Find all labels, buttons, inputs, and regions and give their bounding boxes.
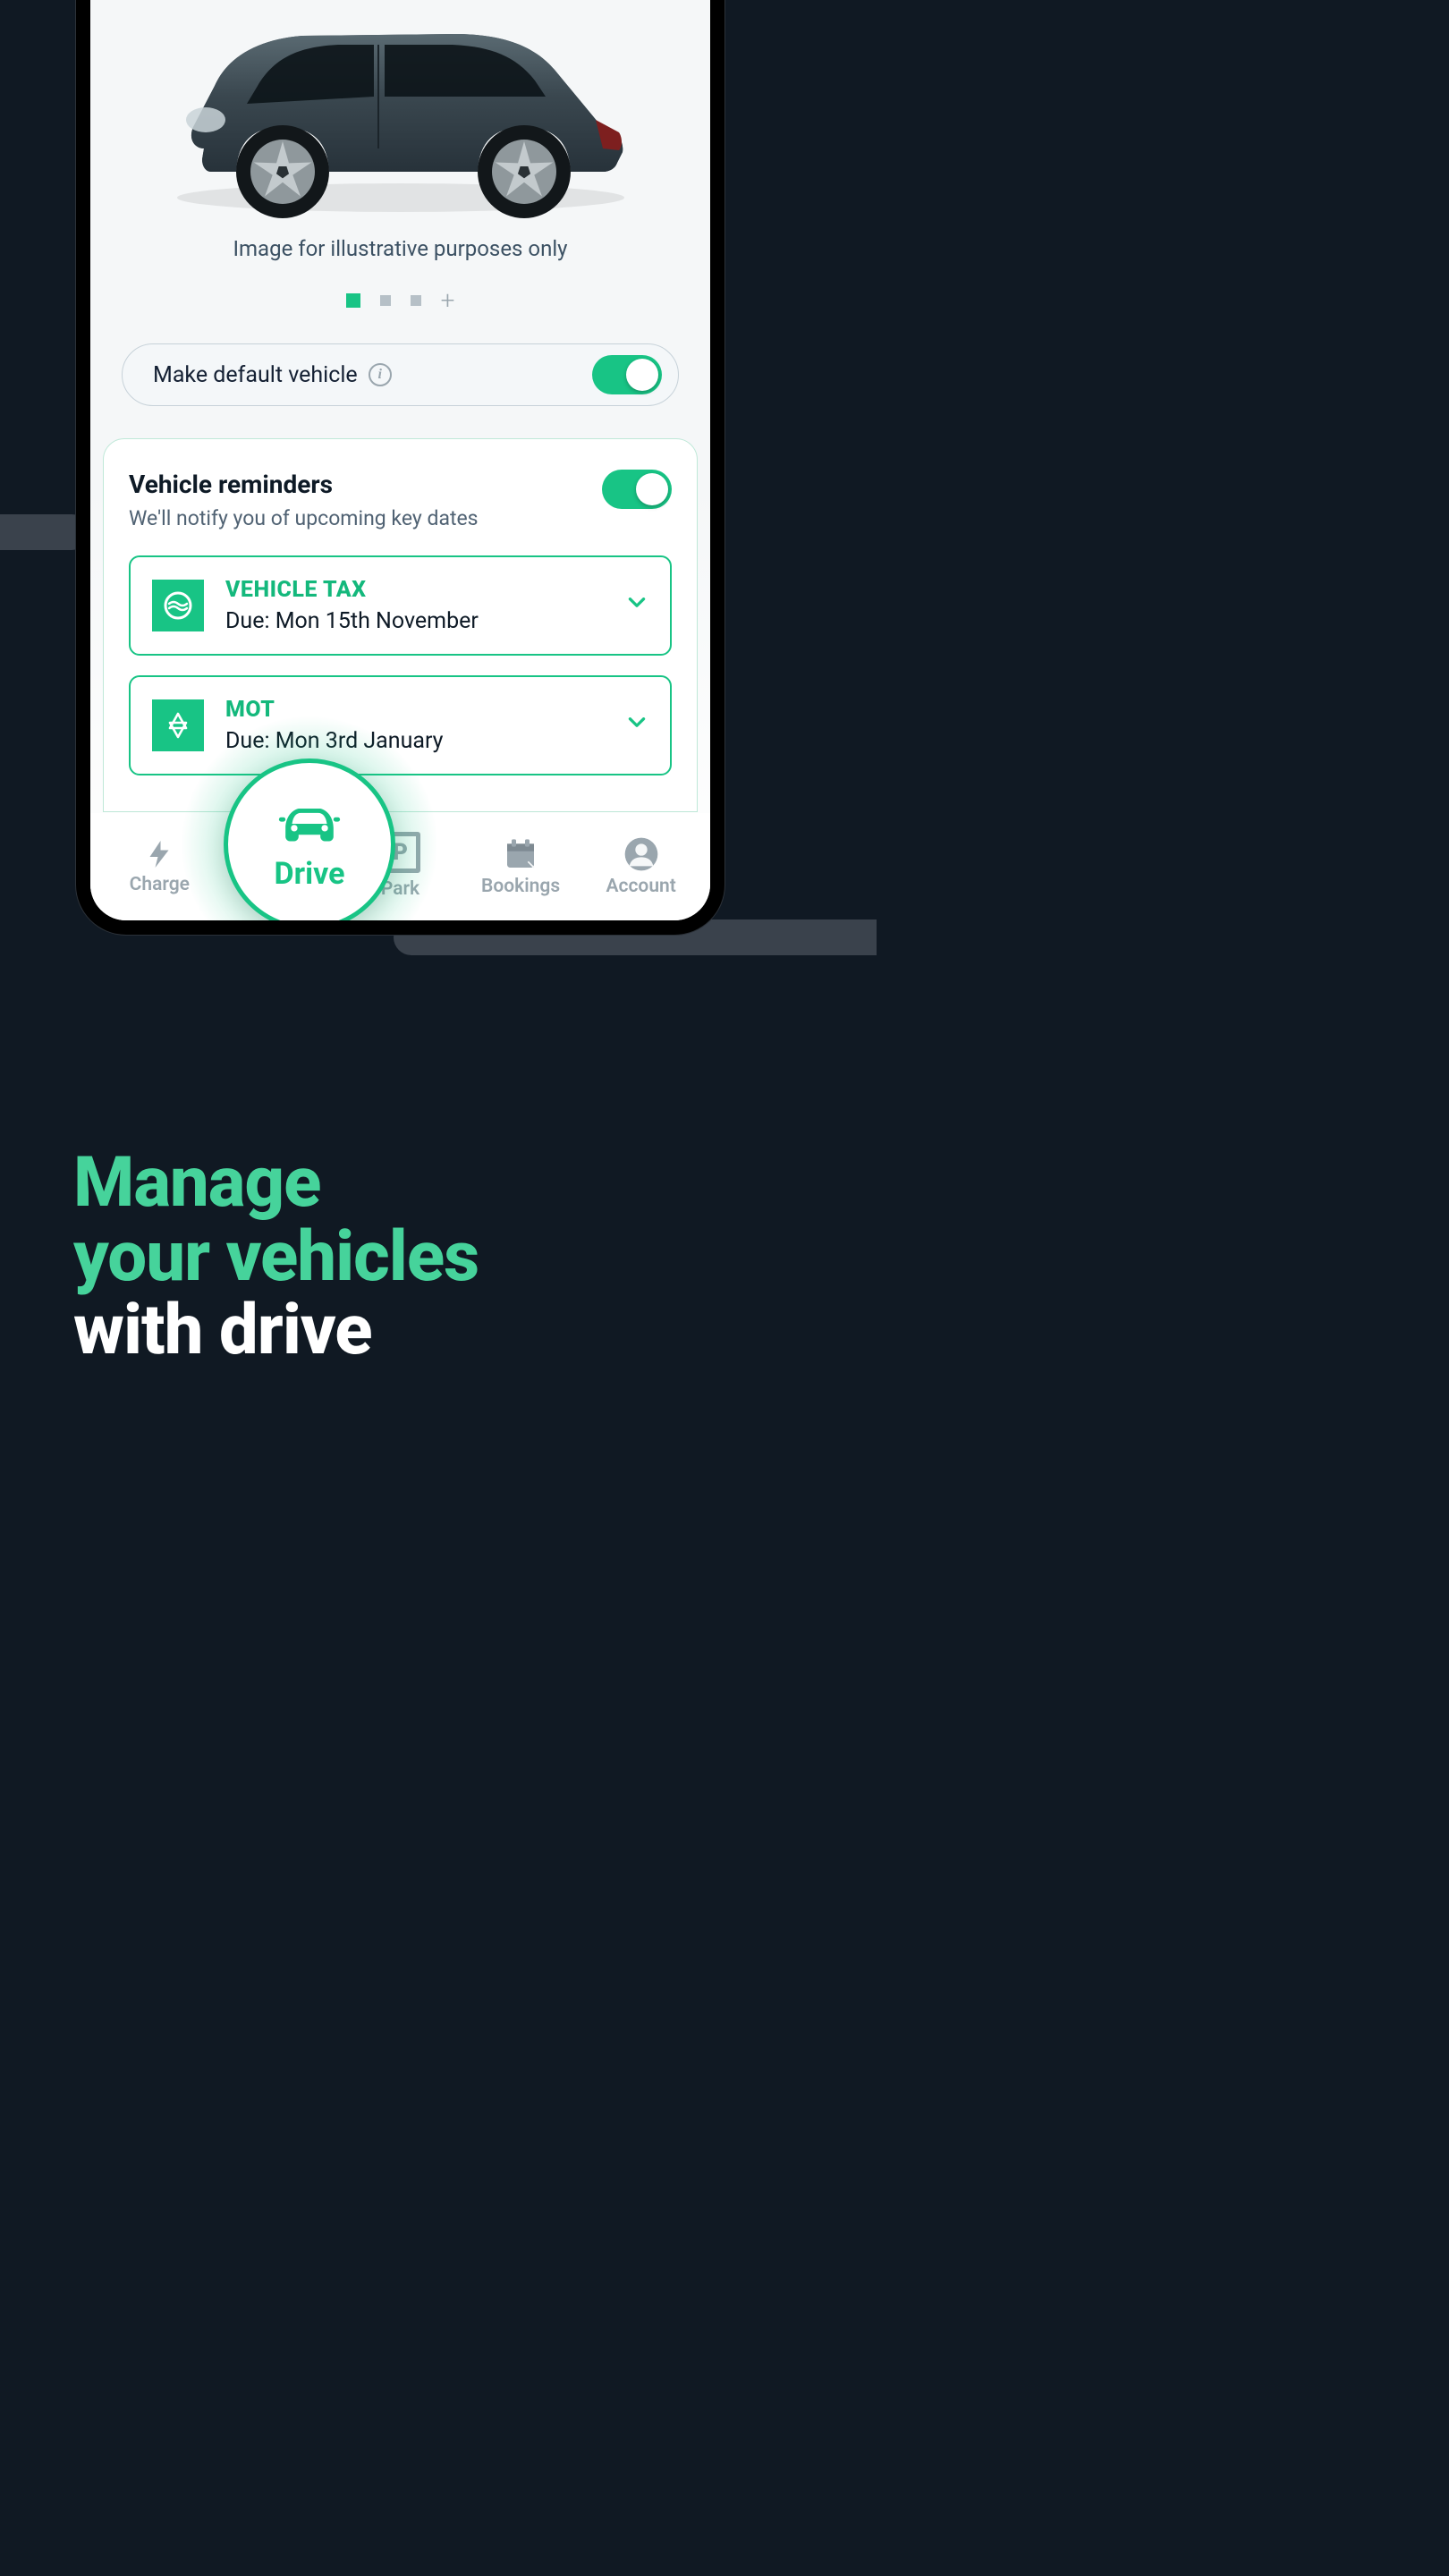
nav-label: Bookings [481, 876, 560, 897]
headline-line-1: Manage [73, 1147, 479, 1221]
add-vehicle-icon[interactable]: + [441, 293, 455, 308]
phone-frame: Image for illustrative purposes only + M… [76, 0, 724, 935]
nav-account[interactable]: Account [588, 836, 695, 897]
default-vehicle-row[interactable]: Make default vehicle i [122, 343, 679, 406]
headline-line-3: with drive [73, 1294, 479, 1368]
marketing-headline: Manage your vehicles with drive [73, 1147, 479, 1368]
car-icon [275, 797, 344, 851]
image-caption: Image for illustrative purposes only [90, 236, 710, 261]
carousel-dots[interactable]: + [90, 293, 710, 308]
reminders-subtitle: We'll notify you of upcoming key dates [129, 506, 479, 530]
toggle-knob [626, 359, 658, 391]
bolt-icon [143, 838, 175, 870]
nav-label: Charge [130, 874, 190, 895]
nav-bookings[interactable]: Bookings [467, 836, 574, 897]
default-vehicle-toggle[interactable] [592, 355, 662, 394]
toggle-knob [636, 473, 668, 505]
reminders-title: Vehicle reminders [129, 470, 479, 499]
reminder-row-vehicle-tax[interactable]: VEHICLE TAX Due: Mon 15th November [129, 555, 672, 656]
user-icon [623, 836, 659, 872]
reminder-due: Due: Mon 15th November [225, 608, 604, 634]
reminder-label: VEHICLE TAX [225, 577, 604, 603]
carousel-dot[interactable] [380, 295, 391, 306]
nav-drive-label: Drive [275, 856, 345, 892]
nav-drive-button[interactable]: Drive [224, 758, 395, 920]
headline-line-2: your vehicles [73, 1221, 479, 1295]
reminders-toggle[interactable] [602, 470, 672, 509]
carousel-dot[interactable] [411, 295, 421, 306]
tax-disc-icon [152, 580, 204, 631]
nav-label: Account [606, 876, 676, 897]
phone-screen: Image for illustrative purposes only + M… [90, 0, 710, 920]
chevron-down-icon [625, 710, 648, 741]
default-vehicle-label: Make default vehicle [153, 362, 358, 388]
calendar-icon [503, 836, 538, 872]
info-icon[interactable]: i [369, 363, 392, 386]
carousel-dot-active[interactable] [346, 293, 360, 308]
vehicle-image [150, 14, 651, 220]
chevron-down-icon [625, 590, 648, 622]
mot-icon [152, 699, 204, 751]
